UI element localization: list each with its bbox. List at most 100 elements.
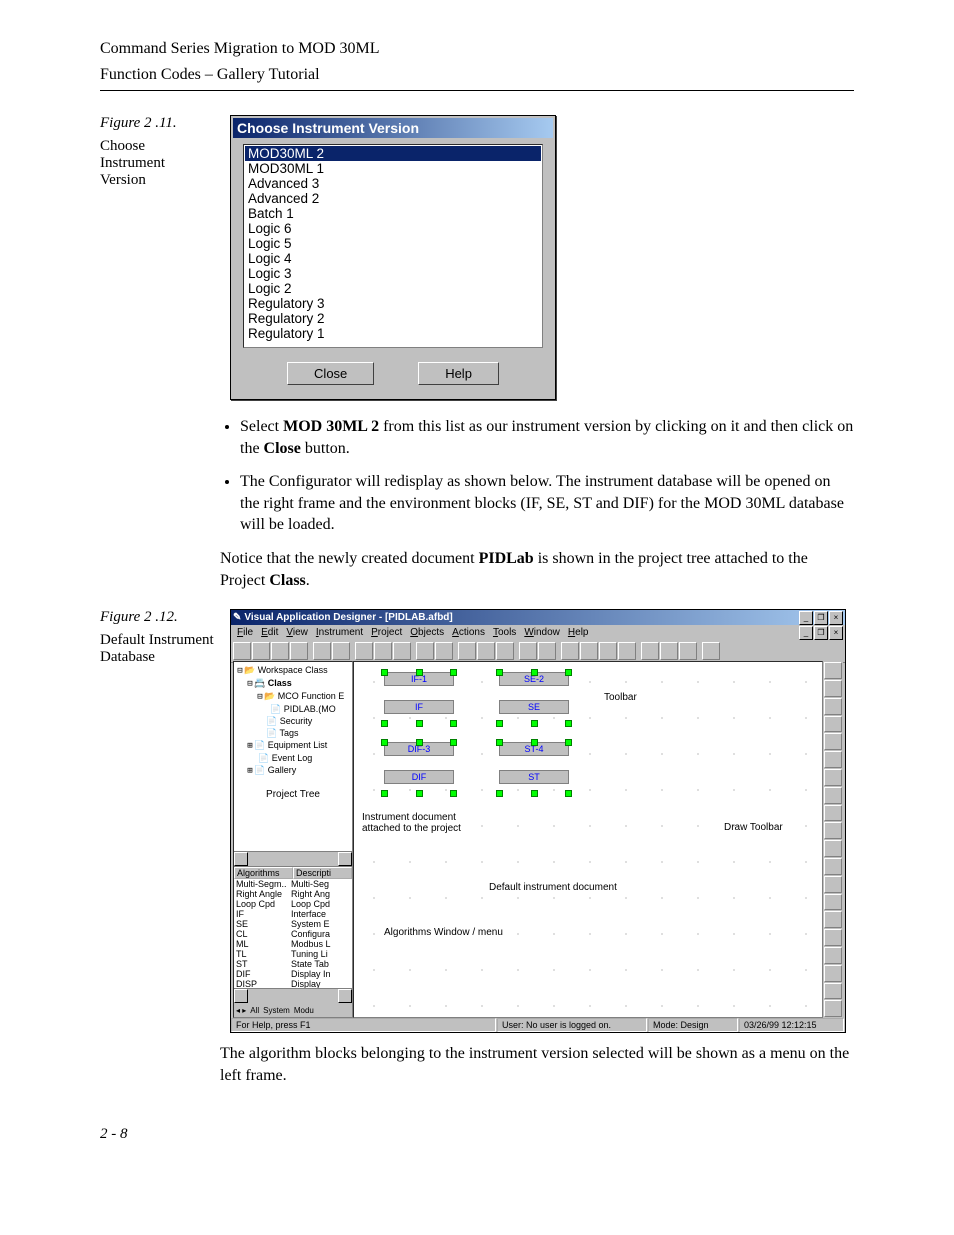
algo-row[interactable]: MLModbus L [234, 939, 352, 949]
toolbar-button[interactable] [496, 642, 514, 660]
algorithms-panel[interactable]: Algorithms Descripti Multi-Segm..Multi-S… [234, 866, 352, 988]
instrument-option[interactable]: Batch 1 [245, 206, 541, 221]
project-tree[interactable]: ⊟📂 Workspace Class ⊟📇 Class ⊟📂 MCO Funct… [234, 662, 352, 851]
draw-tool-button[interactable] [824, 929, 842, 946]
toolbar-button[interactable] [679, 642, 697, 660]
algo-row[interactable]: Loop CpdLoop Cpd [234, 899, 352, 909]
block-se2[interactable]: SE-2 SE [499, 672, 569, 714]
algo-header-desc[interactable]: Descripti [293, 867, 352, 879]
toolbar-button[interactable] [458, 642, 476, 660]
toolbar-button[interactable] [290, 642, 308, 660]
algo-rows[interactable]: Multi-Segm..Multi-SegRight AngleRight An… [234, 879, 352, 988]
toolbar-button[interactable] [580, 642, 598, 660]
draw-tool-button[interactable] [824, 911, 842, 928]
menu-item[interactable]: Help [568, 627, 589, 638]
algo-row[interactable]: Multi-Segm..Multi-Seg [234, 879, 352, 889]
algo-row[interactable]: CLConfigura [234, 929, 352, 939]
toolbar-button[interactable] [538, 642, 556, 660]
draw-tool-button[interactable] [824, 680, 842, 697]
close-button[interactable]: Close [287, 362, 374, 385]
instrument-option[interactable]: Regulatory 3 [245, 296, 541, 311]
algo-header-name[interactable]: Algorithms [234, 867, 293, 879]
menu-item[interactable]: Window [524, 627, 560, 638]
draw-tool-button[interactable] [824, 805, 842, 822]
block-dif3[interactable]: DIF-3 DIF [384, 742, 454, 784]
menu-item[interactable]: Tools [493, 627, 516, 638]
algo-row[interactable]: Right AngleRight Ang [234, 889, 352, 899]
draw-tool-button[interactable] [824, 947, 842, 964]
instrument-option[interactable]: MOD30ML 2 [245, 146, 541, 161]
toolbar-button[interactable] [519, 642, 537, 660]
toolbar-button[interactable] [435, 642, 453, 660]
instrument-option[interactable]: MOD30ML 1 [245, 161, 541, 176]
instrument-option[interactable]: Advanced 2 [245, 191, 541, 206]
draw-tool-button[interactable] [824, 840, 842, 857]
design-canvas[interactable]: IF-1 IF SE-2 SE DIF-3 DIF [353, 661, 823, 1018]
menu-item[interactable]: Instrument [316, 627, 363, 638]
draw-tool-button[interactable] [824, 822, 842, 839]
mdi-close-button[interactable]: × [829, 626, 843, 640]
toolbar-button[interactable] [660, 642, 678, 660]
draw-tool-button[interactable] [824, 858, 842, 875]
toolbar-button[interactable] [332, 642, 350, 660]
mdi-minimize-button[interactable]: _ [799, 626, 813, 640]
block-if1[interactable]: IF-1 IF [384, 672, 454, 714]
instrument-option[interactable]: Logic 3 [245, 266, 541, 281]
menu-bar[interactable]: FileEditViewInstrumentProjectObjectsActi… [233, 626, 593, 639]
menu-item[interactable]: File [237, 627, 253, 638]
instrument-option[interactable]: Regulatory 2 [245, 311, 541, 326]
draw-tool-button[interactable] [824, 965, 842, 982]
toolbar-button[interactable] [393, 642, 411, 660]
menu-item[interactable]: Edit [261, 627, 278, 638]
tab-modu[interactable]: Modu [294, 1006, 314, 1015]
tree-workspace-class[interactable]: Workspace Class [258, 665, 328, 675]
instrument-option[interactable]: Logic 4 [245, 251, 541, 266]
menu-item[interactable]: Objects [410, 627, 444, 638]
toolbar-button[interactable] [599, 642, 617, 660]
toolbar-button[interactable] [271, 642, 289, 660]
algo-row[interactable]: IFInterface [234, 909, 352, 919]
close-window-button[interactable]: × [829, 611, 843, 625]
toolbar-button[interactable] [477, 642, 495, 660]
tab-all[interactable]: All [250, 1006, 259, 1015]
draw-tool-button[interactable] [824, 716, 842, 733]
algo-scrollbar[interactable] [234, 988, 352, 1003]
toolbar-button[interactable] [641, 642, 659, 660]
toolbar-button[interactable] [313, 642, 331, 660]
tree-scrollbar[interactable] [234, 851, 352, 866]
tree-gallery[interactable]: Gallery [268, 765, 297, 775]
algo-row[interactable]: TLTuning Li [234, 949, 352, 959]
instrument-option[interactable]: Logic 6 [245, 221, 541, 236]
algo-tabs[interactable]: ◂ ▸ All System Modu [234, 1003, 352, 1017]
toolbar-button[interactable] [252, 642, 270, 660]
instrument-option[interactable]: Logic 2 [245, 281, 541, 296]
minimize-button[interactable]: _ [799, 611, 813, 625]
instrument-version-list[interactable]: MOD30ML 2MOD30ML 1Advanced 3Advanced 2Ba… [243, 144, 543, 348]
mdi-maximize-button[interactable]: ❐ [814, 626, 828, 640]
toolbar-button[interactable] [374, 642, 392, 660]
toolbar-button[interactable] [416, 642, 434, 660]
help-button[interactable]: Help [418, 362, 499, 385]
draw-tool-button[interactable] [824, 733, 842, 750]
instrument-option[interactable]: Regulatory 1 [245, 326, 541, 341]
block-st4[interactable]: ST-4 ST [499, 742, 569, 784]
tree-mco[interactable]: MCO Function E [278, 691, 345, 701]
draw-tool-button[interactable] [824, 983, 842, 1000]
algo-row[interactable]: STState Tab [234, 959, 352, 969]
algo-row[interactable]: SESystem E [234, 919, 352, 929]
menu-item[interactable]: Actions [452, 627, 485, 638]
tree-eventlog[interactable]: Event Log [272, 753, 313, 763]
tree-equipment[interactable]: Equipment List [268, 740, 328, 750]
draw-tool-button[interactable] [824, 769, 842, 786]
toolbar-button[interactable] [561, 642, 579, 660]
tab-system[interactable]: System [263, 1006, 290, 1015]
toolbar-button[interactable] [702, 642, 720, 660]
algo-row[interactable]: DIFDisplay In [234, 969, 352, 979]
maximize-button[interactable]: ❐ [814, 611, 828, 625]
draw-tool-button[interactable] [824, 751, 842, 768]
draw-tool-button[interactable] [824, 662, 842, 679]
tree-security[interactable]: Security [280, 716, 313, 726]
toolbar-button[interactable] [355, 642, 373, 660]
tree-tags[interactable]: Tags [280, 728, 299, 738]
tree-pidlab[interactable]: PIDLAB.(MO [284, 704, 336, 714]
